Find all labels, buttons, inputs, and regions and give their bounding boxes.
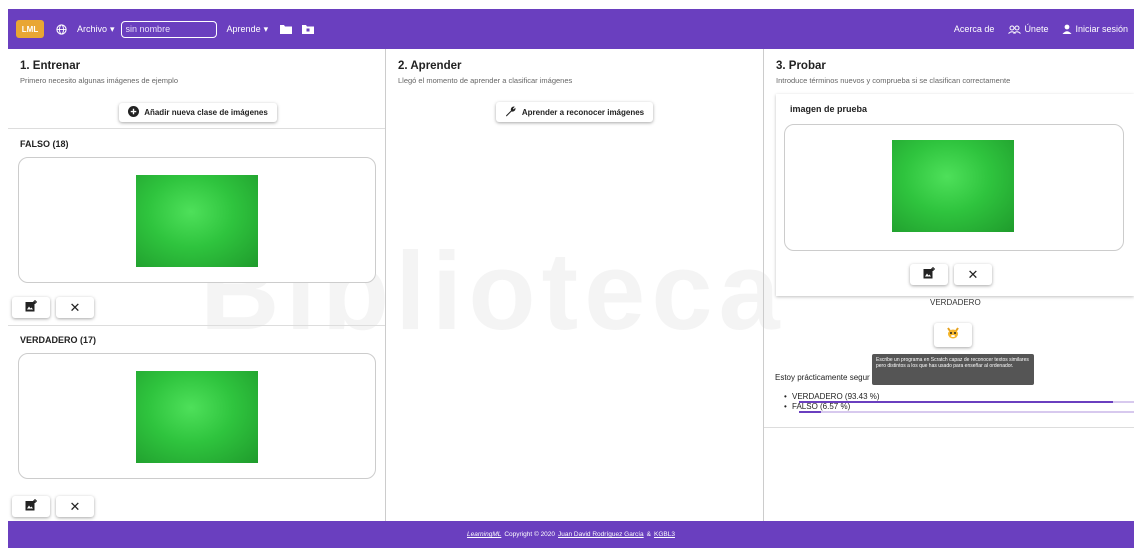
- test-title: 3. Probar: [776, 60, 826, 72]
- footer: LearningML Copyright © 2020 Juan David R…: [8, 521, 1134, 548]
- join-link[interactable]: Únete: [1008, 24, 1048, 34]
- save-icon[interactable]: [302, 24, 315, 34]
- chevron-down-icon: ▾: [110, 23, 115, 34]
- add-photo-icon: [923, 267, 935, 282]
- close-icon: ✕: [69, 498, 81, 514]
- result-bar: [799, 401, 1134, 403]
- close-icon: ✕: [967, 266, 979, 282]
- result-bar-fill: [799, 411, 822, 413]
- globe-icon[interactable]: [56, 23, 67, 35]
- add-image-button[interactable]: [12, 496, 50, 517]
- add-class-label: Añadir nueva clase de imágenes: [144, 108, 268, 117]
- chevron-down-icon: ▾: [263, 23, 269, 34]
- scratch-cat-icon: [945, 325, 961, 346]
- copyright-text: Copyright © 2020: [504, 531, 556, 538]
- test-image[interactable]: [892, 140, 1014, 232]
- ampersand: &: [646, 531, 652, 538]
- train-subtitle: Primero necesito algunas imágenes de eje…: [20, 76, 179, 85]
- clear-test-button[interactable]: ✕: [954, 264, 992, 285]
- test-card-title: imagen de prueba: [790, 104, 868, 114]
- test-subtitle: Introduce términos nuevos y comprueba si…: [776, 76, 1011, 85]
- org-link[interactable]: KGBL3: [654, 531, 675, 538]
- train-title: 1. Entrenar: [20, 60, 81, 72]
- top-bar: LML Archivo ▾ Aprende ▾ Acerca de Únete …: [8, 9, 1134, 49]
- result-label: FALSO (6.57 %): [792, 402, 851, 411]
- folder-icon[interactable]: [280, 24, 293, 34]
- example-image[interactable]: [136, 371, 258, 463]
- join-label: Únete: [1024, 24, 1049, 34]
- learn-panel: 2. Aprender Llegó el momento de aprender…: [386, 49, 764, 521]
- learn-title: 2. Aprender: [398, 60, 462, 72]
- class-title: FALSO (18): [20, 139, 69, 149]
- class-card-verdadero: VERDADERO (17) ✕: [8, 325, 385, 521]
- class-title: VERDADERO (17): [20, 335, 97, 345]
- project-name-input[interactable]: [120, 20, 217, 38]
- class-images-area[interactable]: [18, 353, 376, 479]
- class-card-falso: FALSO (18) ✕: [8, 128, 385, 326]
- people-icon: [1008, 25, 1022, 34]
- train-panel: 1. Entrenar Primero necesito algunas imá…: [8, 49, 386, 521]
- test-image-area[interactable]: [784, 124, 1124, 251]
- add-photo-icon: [25, 300, 37, 315]
- confidence-text: Estoy prácticamente segur: [775, 373, 870, 382]
- about-link[interactable]: Acerca de: [954, 24, 995, 34]
- file-menu-label: Archivo: [77, 24, 108, 34]
- add-test-image-button[interactable]: [910, 264, 948, 285]
- learn-button[interactable]: Aprender a reconocer imágenes: [496, 102, 653, 122]
- file-menu[interactable]: Archivo ▾: [77, 24, 115, 35]
- delete-class-button[interactable]: ✕: [56, 297, 94, 318]
- logo[interactable]: LML: [16, 20, 44, 38]
- example-image[interactable]: [136, 175, 258, 267]
- result-bar: [799, 411, 1134, 413]
- learn-menu-label: Aprende: [226, 24, 261, 34]
- author-link[interactable]: Juan David Rodríguez García: [558, 531, 644, 538]
- predicted-class: VERDADERO: [930, 298, 981, 307]
- learn-subtitle: Llegó el momento de aprender a clasifica…: [398, 76, 573, 85]
- add-circle-icon: [128, 106, 140, 119]
- user-icon: [1062, 24, 1072, 34]
- test-image-card: imagen de prueba ✕: [776, 94, 1134, 296]
- divider: [764, 427, 1134, 428]
- learn-button-label: Aprender a reconocer imágenes: [521, 107, 645, 117]
- scratch-button[interactable]: [934, 323, 972, 347]
- result-label: VERDADERO (93.43 %): [792, 392, 880, 401]
- delete-class-button[interactable]: ✕: [56, 496, 94, 517]
- add-class-button[interactable]: Añadir nueva clase de imágenes: [119, 103, 277, 122]
- scratch-tooltip: Escribe un programa en Scratch capaz de …: [872, 354, 1034, 385]
- class-images-area[interactable]: [18, 157, 376, 283]
- result-bar-fill: [799, 401, 1113, 403]
- test-panel: 3. Probar Introduce términos nuevos y co…: [764, 49, 1134, 521]
- add-image-button[interactable]: [12, 297, 50, 318]
- brand-link[interactable]: LearningML: [467, 531, 501, 538]
- close-icon: ✕: [69, 299, 81, 315]
- login-link[interactable]: Iniciar sesión: [1062, 24, 1128, 34]
- login-label: Iniciar sesión: [1075, 24, 1128, 34]
- wrench-icon: [505, 105, 517, 119]
- add-photo-icon: [25, 499, 37, 514]
- learn-menu[interactable]: Aprende ▾: [227, 24, 269, 35]
